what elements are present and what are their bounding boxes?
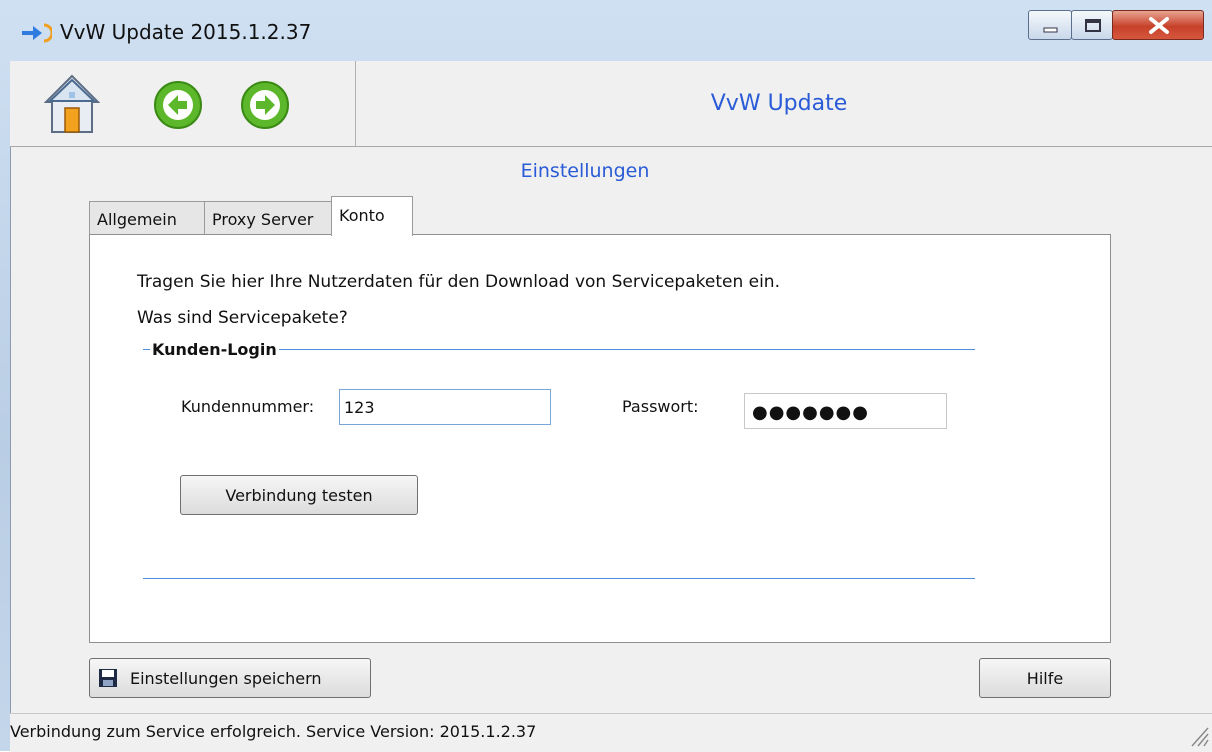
customer-number-label: Kundennummer: [181, 397, 315, 416]
close-icon [1149, 17, 1169, 34]
home-icon[interactable] [44, 74, 100, 134]
customer-number-input[interactable] [339, 389, 551, 425]
save-settings-button[interactable]: Einstellungen speichern [89, 658, 371, 698]
groupbox-label: Kunden-Login [150, 340, 279, 359]
save-icon [99, 669, 117, 687]
tab-allgemein[interactable]: Allgemein [89, 201, 205, 235]
header-title: VvW Update [710, 91, 848, 116]
tab-proxy-server[interactable]: Proxy Server [204, 201, 332, 235]
minimize-button[interactable] [1028, 10, 1072, 40]
groupbox-bottom-border [143, 578, 975, 579]
maximize-button[interactable] [1071, 10, 1113, 40]
forward-arrow-icon[interactable] [240, 80, 290, 130]
help-button[interactable]: Hilfe [979, 658, 1111, 698]
app-arrow-icon [22, 23, 52, 43]
password-label: Passwort: [622, 397, 699, 416]
title-bar[interactable]: VvW Update 2015.1.2.37 [0, 0, 1212, 62]
back-arrow-icon[interactable] [153, 80, 203, 130]
close-button[interactable] [1112, 10, 1204, 40]
application-window: VvW Update 2015.1.2.37 VvW Update Einste… [0, 0, 1212, 752]
test-connection-button[interactable]: Verbindung testen [180, 475, 418, 515]
save-settings-label: Einstellungen speichern [130, 668, 322, 688]
intro-text: Tragen Sie hier Ihre Nutzerdaten für den… [137, 272, 780, 292]
maximize-icon [1085, 19, 1101, 32]
section-title: Einstellungen [520, 160, 650, 182]
status-text: Verbindung zum Service erfolgreich. Serv… [10, 722, 537, 741]
servicepakete-question: Was sind Servicepakete? [137, 308, 348, 328]
resize-grip-icon[interactable] [1186, 722, 1210, 748]
password-mask: ●●●●●●● [752, 402, 869, 423]
tab-panel-konto [89, 234, 1111, 643]
tab-konto[interactable]: Konto [331, 196, 413, 236]
minimize-icon [1043, 27, 1058, 33]
window-title: VvW Update 2015.1.2.37 [60, 20, 312, 44]
